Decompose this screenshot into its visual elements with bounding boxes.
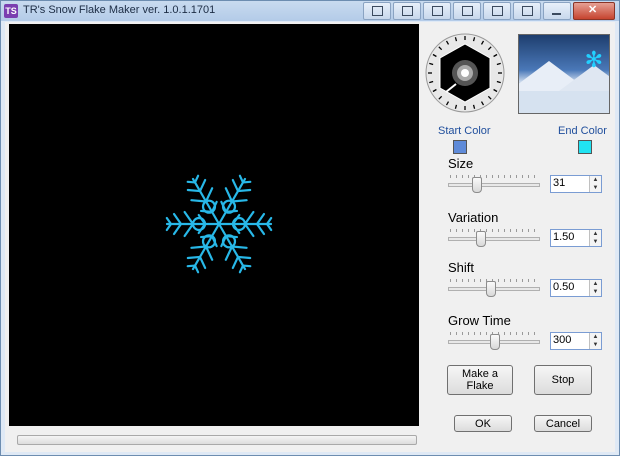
flake-stroke <box>183 222 195 238</box>
ok-button[interactable]: OK <box>454 415 512 432</box>
slider-thumb[interactable] <box>476 231 486 247</box>
variation-value[interactable]: 1.50 <box>553 231 574 243</box>
spin-down-icon[interactable]: ▼ <box>590 238 601 246</box>
flake-stroke <box>255 222 266 236</box>
restore-icon[interactable] <box>513 2 541 20</box>
slider-track <box>448 237 540 241</box>
flake-stroke <box>204 187 214 203</box>
flake-stroke <box>198 255 207 270</box>
flake-stroke <box>255 212 266 226</box>
layout-icon[interactable] <box>483 2 511 20</box>
spin-down-icon[interactable]: ▼ <box>590 341 601 349</box>
cancel-button[interactable]: Cancel <box>534 415 592 432</box>
rotation-dial[interactable] <box>424 32 506 114</box>
progress-bar <box>17 435 417 445</box>
spin-down-icon[interactable]: ▼ <box>590 184 601 192</box>
slider-thumb[interactable] <box>472 177 482 193</box>
size-spinbox[interactable]: 31 ▲ ▼ <box>550 175 602 193</box>
flake-stroke <box>186 255 202 260</box>
slider-track <box>448 183 540 187</box>
client-area: ✻ Start Color End Color Size 31 ▲ ▼ Vari… <box>5 22 615 452</box>
flake-stroke <box>231 255 240 270</box>
spin-down-icon[interactable]: ▼ <box>590 288 601 296</box>
slider-thumb[interactable] <box>490 334 500 350</box>
app-icon: TS <box>4 4 18 18</box>
flake-stroke <box>190 245 208 249</box>
flake-stroke <box>224 245 234 261</box>
variation-slider[interactable] <box>448 229 540 248</box>
variation-spinbox[interactable]: 1.50 ▲ ▼ <box>550 229 602 247</box>
flake-stroke <box>186 188 202 193</box>
end-color-swatch[interactable] <box>578 140 592 154</box>
flake-stroke <box>243 222 255 238</box>
snowflake-drawing <box>165 174 273 274</box>
flake-stroke <box>193 264 200 274</box>
flake-stroke <box>243 210 255 226</box>
monitor-icon[interactable] <box>363 2 391 20</box>
spin-arrows[interactable]: ▲ ▼ <box>589 176 601 192</box>
snowflake-icon: ✻ <box>584 47 603 72</box>
pin-icon[interactable] <box>393 2 421 20</box>
flake-stroke <box>238 174 245 184</box>
start-color-swatch[interactable] <box>453 140 467 154</box>
spin-up-icon[interactable]: ▲ <box>590 280 601 288</box>
slider-thumb[interactable] <box>486 281 496 297</box>
shift-spinbox[interactable]: 0.50 ▲ ▼ <box>550 279 602 297</box>
end-color-label: End Color <box>558 125 607 137</box>
spin-up-icon[interactable]: ▲ <box>590 230 601 238</box>
grow-spinbox[interactable]: 300 ▲ ▼ <box>550 332 602 350</box>
shift-label: Shift <box>448 260 475 275</box>
size-value[interactable]: 31 <box>553 177 565 189</box>
size-label: Size <box>448 156 474 171</box>
shift-value[interactable]: 0.50 <box>553 281 574 293</box>
spin-arrows[interactable]: ▲ ▼ <box>589 230 601 246</box>
flake-stroke <box>241 264 252 268</box>
flake-stroke <box>186 180 197 184</box>
start-color-label: Start Color <box>438 125 491 137</box>
spin-arrows[interactable]: ▲ ▼ <box>589 280 601 296</box>
grow-label: Grow Time <box>448 313 511 328</box>
title-bar: TS TR's Snow Flake Maker ver. 1.0.1.1701… <box>1 1 619 21</box>
spin-up-icon[interactable]: ▲ <box>590 333 601 341</box>
slider-ticks <box>450 175 538 178</box>
flake-stroke <box>236 188 252 193</box>
grid-icon[interactable] <box>453 2 481 20</box>
titlebar-buttons: ✕ <box>361 2 615 20</box>
shift-slider[interactable] <box>448 279 540 298</box>
snow-ground <box>519 91 609 113</box>
background-preview[interactable]: ✻ <box>518 34 610 114</box>
slider-ticks <box>450 229 538 232</box>
grow-value[interactable]: 300 <box>553 334 571 346</box>
flake-stroke <box>198 178 207 193</box>
size-slider[interactable] <box>448 175 540 194</box>
window-title: TR's Snow Flake Maker ver. 1.0.1.1701 <box>23 4 216 16</box>
spin-up-icon[interactable]: ▲ <box>590 176 601 184</box>
flake-stroke <box>224 187 234 203</box>
minimize-icon[interactable] <box>543 2 571 20</box>
grow-slider[interactable] <box>448 332 540 351</box>
stop-button[interactable]: Stop <box>534 365 592 395</box>
flake-stroke <box>230 245 248 249</box>
flake-stroke <box>172 212 183 226</box>
app-window: TS TR's Snow Flake Maker ver. 1.0.1.1701… <box>0 0 620 456</box>
flake-stroke <box>204 245 214 261</box>
flake-stroke <box>172 222 183 236</box>
close-icon[interactable]: ✕ <box>573 2 615 20</box>
flake-stroke <box>231 178 240 193</box>
flake-stroke <box>230 199 248 203</box>
spin-arrows[interactable]: ▲ ▼ <box>589 333 601 349</box>
flake-stroke <box>183 210 195 226</box>
window-icon[interactable] <box>423 2 451 20</box>
variation-label: Variation <box>448 210 499 225</box>
flake-canvas[interactable] <box>9 24 419 426</box>
flake-stroke <box>236 255 252 260</box>
flake-stroke <box>190 199 208 203</box>
make-flake-button[interactable]: Make a Flake <box>447 365 513 395</box>
